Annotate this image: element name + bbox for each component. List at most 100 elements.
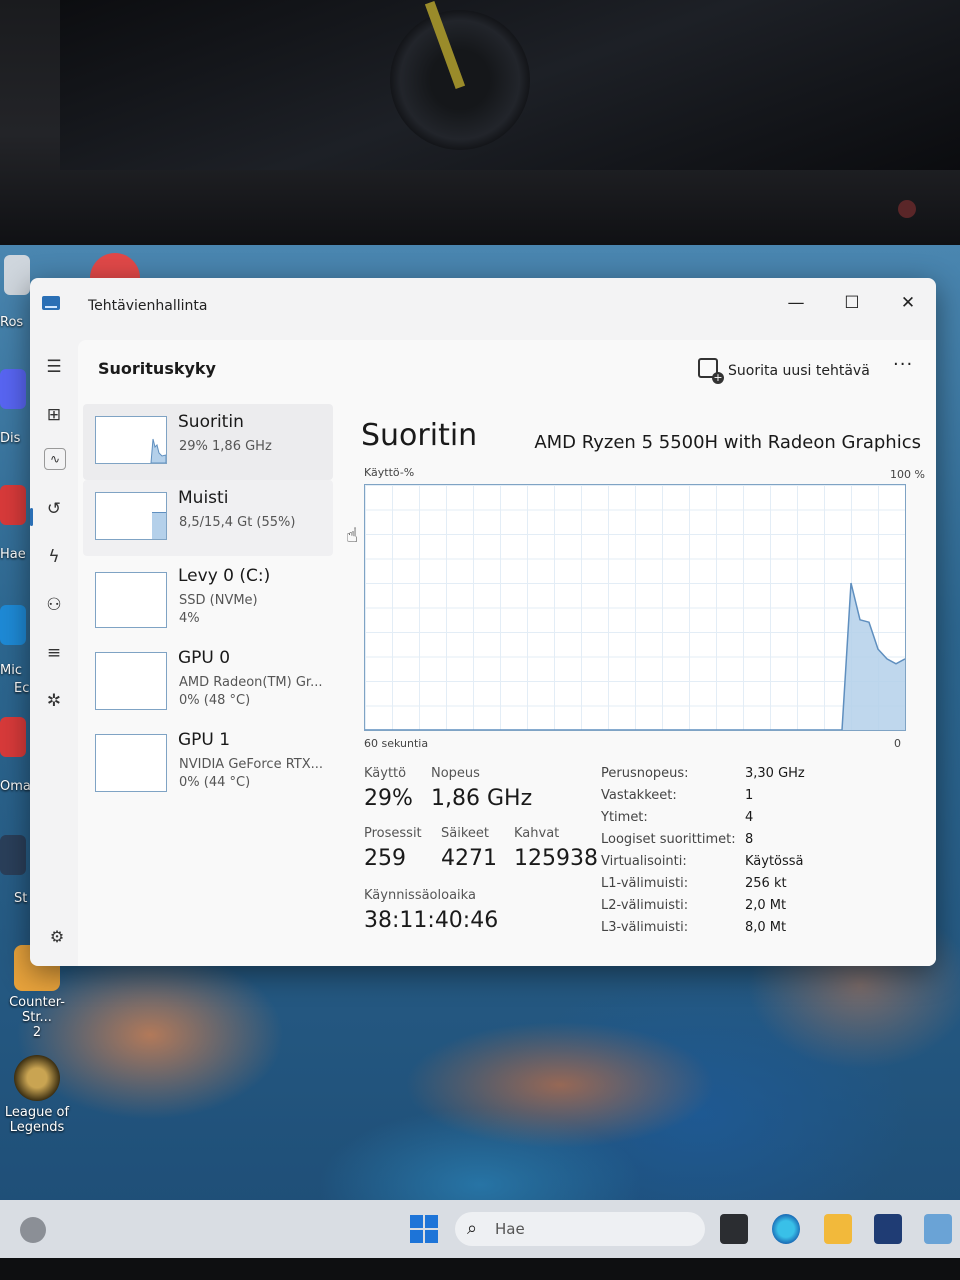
threads-stat-value: 4271 [441, 846, 497, 871]
monitor-bezel-bottom [0, 1258, 960, 1280]
detail-key: Perusnopeus: [601, 766, 689, 781]
title-bar[interactable]: Tehtävienhallinta — ☐ ✕ [30, 278, 936, 334]
resource-item-gpu0[interactable]: GPU 0 AMD Radeon(TM) Gr... 0% (48 °C) [83, 636, 333, 718]
desktop-icon-label: St [14, 891, 28, 906]
cpu-detail-panel: Suoritin AMD Ryzen 5 5500H with Radeon G… [353, 404, 933, 964]
run-new-task-button[interactable]: Suorita uusi tehtävä [698, 358, 870, 384]
file-explorer-icon[interactable] [824, 1214, 852, 1244]
resource-name: Suoritin [178, 412, 244, 432]
pc-case-background [60, 0, 960, 170]
resource-detail-2: 0% (48 °C) [179, 693, 251, 708]
gpu0-thumbnail-graph [95, 652, 167, 710]
detail-key: L3-välimuisti: [601, 920, 689, 935]
detail-key: Vastakkeet: [601, 788, 677, 803]
resource-item-memory[interactable]: Muisti 8,5/15,4 Gt (55%) [83, 480, 333, 556]
monitor-bezel-top [0, 0, 960, 245]
performance-icon[interactable]: ∿ [44, 448, 66, 470]
settings-icon[interactable]: ⚙ [42, 922, 72, 952]
hamburger-menu-icon[interactable]: ☰ [39, 352, 69, 382]
cpu-usage-chart [365, 582, 905, 730]
desktop-icon-label: Dis [0, 431, 21, 446]
close-button[interactable]: ✕ [888, 288, 928, 318]
speed-stat-value: 1,86 GHz [431, 786, 533, 811]
resource-detail: 8,5/15,4 Gt (55%) [179, 515, 296, 530]
memory-thumbnail-fill [152, 512, 166, 539]
task-manager-taskbar-icon[interactable] [924, 1214, 952, 1244]
desktop-icon-red-app[interactable] [0, 485, 26, 525]
run-new-task-label: Suorita uusi tehtävä [728, 363, 870, 379]
window-title: Tehtävienhallinta [88, 298, 208, 314]
memory-thumbnail-graph [95, 492, 167, 540]
run-task-icon [698, 358, 724, 384]
taskbar-search[interactable]: ⌕ Hae [455, 1212, 705, 1246]
detail-key: L1-välimuisti: [601, 876, 689, 891]
speed-stat-label: Nopeus [431, 766, 480, 781]
usage-stat-value: 29% [364, 786, 413, 811]
detail-key: Loogiset suorittimet: [601, 832, 736, 847]
resource-list: Suoritin 29% 1,86 GHz Muisti 8,5/15,4 Gt… [83, 404, 333, 800]
graph-x-label: 60 sekuntia [364, 737, 429, 750]
detail-value: 4 [745, 810, 754, 825]
task-view-icon[interactable] [720, 1214, 748, 1244]
handles-stat-value: 125938 [514, 846, 598, 871]
users-icon[interactable]: ⚇ [39, 590, 69, 620]
detail-value: 1 [745, 788, 754, 803]
desktop-icon-red-app-2[interactable] [0, 717, 26, 757]
resource-item-cpu[interactable]: Suoritin 29% 1,86 GHz [83, 404, 333, 480]
startup-apps-icon[interactable]: ϟ [39, 542, 69, 572]
graph-y-label: Käyttö-% [364, 466, 415, 479]
resource-name: GPU 1 [178, 730, 231, 750]
handles-stat-label: Kahvat [514, 826, 560, 841]
desktop-icon-league-of-legends[interactable]: League of Legends [0, 1055, 74, 1135]
nav-selection-indicator [30, 508, 33, 526]
cpu-title: Suoritin [361, 418, 478, 453]
resource-item-disk[interactable]: Levy 0 (C:) SSD (NVMe) 4% [83, 556, 333, 636]
disk-thumbnail-graph [95, 572, 167, 628]
minimize-button[interactable]: — [776, 288, 816, 318]
resource-detail: SSD (NVMe) [179, 593, 258, 608]
page-title: Suorituskyky [98, 359, 216, 378]
resource-item-gpu1[interactable]: GPU 1 NVIDIA GeForce RTX... 0% (44 °C) [83, 718, 333, 800]
more-options-button[interactable]: ··· [893, 354, 913, 375]
desktop-icon-label: Mic [0, 663, 22, 678]
desktop-icon-recycle-bin[interactable] [4, 255, 30, 295]
cpu-thumbnail-sparkline [150, 438, 166, 463]
navigation-rail: ☰ ⊞ ∿ ↺ ϟ ⚇ ≡ ✲ ⚙ [30, 334, 78, 966]
cpu-usage-line [365, 582, 905, 730]
desktop-icon-steam[interactable] [0, 835, 26, 875]
maximize-button[interactable]: ☐ [832, 288, 872, 318]
detail-value: 8,0 Mt [745, 920, 787, 935]
start-button[interactable] [410, 1215, 438, 1243]
edge-browser-icon[interactable] [772, 1214, 800, 1244]
cpu-usage-area [365, 583, 905, 730]
cpu-model: AMD Ryzen 5 5500H with Radeon Graphics [534, 432, 921, 453]
app-history-icon[interactable]: ↺ [39, 494, 69, 524]
task-manager-window: Tehtävienhallinta — ☐ ✕ ☰ ⊞ ∿ ↺ ϟ ⚇ ≡ ✲ … [30, 278, 936, 966]
details-icon[interactable]: ≡ [39, 638, 69, 668]
search-icon: ⌕ [467, 1218, 478, 1239]
league-of-legends-icon [14, 1055, 60, 1101]
desktop-icon-edge[interactable] [0, 605, 26, 645]
weather-widget-icon[interactable] [20, 1217, 46, 1243]
microsoft-store-icon[interactable] [874, 1214, 902, 1244]
desktop-icon-label-2: 2 [32, 1025, 42, 1040]
cpu-usage-graph [364, 484, 906, 731]
detail-value: 256 kt [745, 876, 787, 891]
desktop-icon-label: Ec [14, 681, 30, 696]
taskbar: ⌕ Hae [0, 1200, 960, 1258]
resource-name: Levy 0 (C:) [178, 566, 271, 586]
desktop-icon-label: Hae [0, 547, 26, 562]
webcam-led [898, 200, 916, 218]
desktop-icon-partial-red[interactable] [90, 253, 140, 279]
detail-key: L2-välimuisti: [601, 898, 689, 913]
detail-key: Virtualisointi: [601, 854, 687, 869]
threads-stat-label: Säikeet [441, 826, 489, 841]
resource-detail: NVIDIA GeForce RTX... [179, 757, 324, 772]
desktop-icon-discord[interactable] [0, 369, 26, 409]
uptime-stat-label: Käynnissäoloaika [364, 888, 476, 903]
detail-key: Ytimet: [601, 810, 648, 825]
services-icon[interactable]: ✲ [39, 686, 69, 716]
detail-value: 8 [745, 832, 754, 847]
desktop-icon-label: Counter-Str... [9, 995, 65, 1025]
processes-icon[interactable]: ⊞ [39, 400, 69, 430]
